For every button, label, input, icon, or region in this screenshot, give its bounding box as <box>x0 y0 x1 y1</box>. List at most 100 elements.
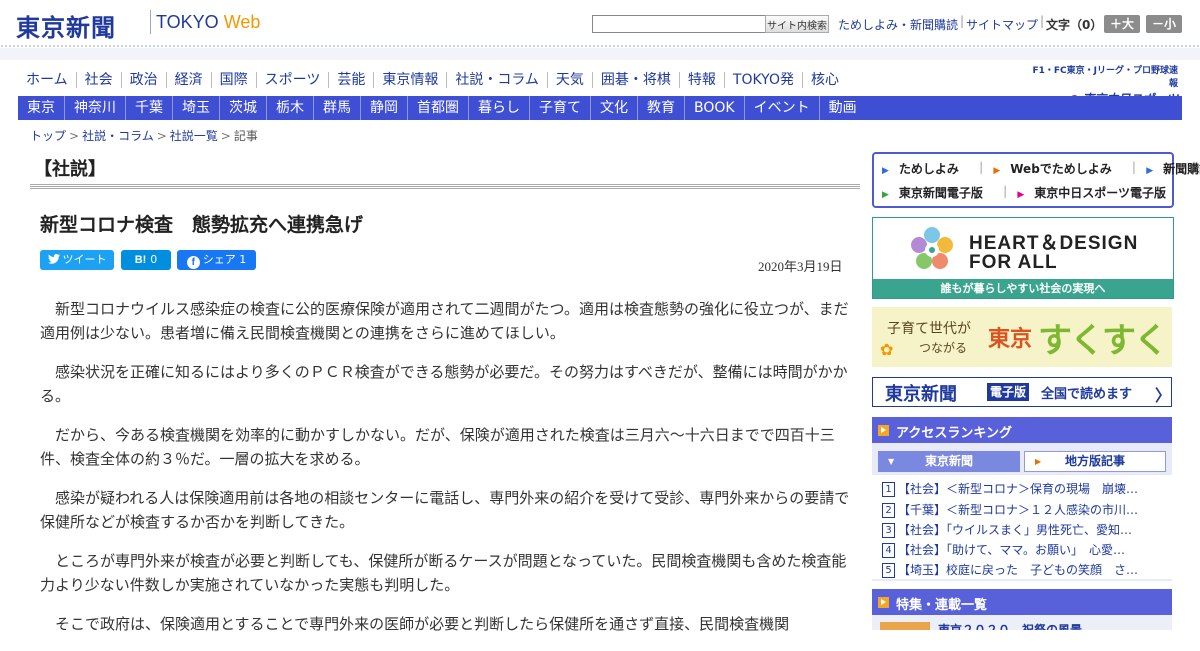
site-logo[interactable]: 東京新聞 <box>16 8 116 43</box>
nav-economy[interactable]: 経済 <box>165 72 211 88</box>
tweet-label: ツイート <box>62 253 107 266</box>
hatena-bookmark-button[interactable]: B! 0 <box>121 250 171 270</box>
triangle-icon: ▶ <box>1035 457 1042 466</box>
subnav-saitama[interactable]: 埼玉 <box>172 96 219 120</box>
sukusuku-tagline-2: つながる <box>919 341 968 355</box>
facebook-share-button[interactable]: f シェア 1 <box>177 250 256 270</box>
menu-chunichi-digital-link[interactable]: ▶ 東京中日スポーツ電子版 <box>1017 184 1176 201</box>
subnav-gunma[interactable]: 群馬 <box>313 96 360 120</box>
font-decrease-button[interactable]: －小 <box>1146 15 1182 33</box>
logo-sub-web: Web <box>223 12 261 32</box>
subnav-shizuoka[interactable]: 静岡 <box>360 96 407 120</box>
ranking-item-text: 【社会】＜新型コロナ＞保育の現場 崩壊… <box>898 482 1139 496</box>
subnav-ibaraki[interactable]: 茨城 <box>219 96 266 120</box>
article-title: 新型コロナ検査 態勢拡充へ連携急げ <box>40 214 364 236</box>
nav-tokyo-hatsu[interactable]: TOKYO発 <box>723 72 802 88</box>
flower-icon: ✿ <box>880 340 894 359</box>
nav-igo-shogi[interactable]: 囲碁・将棋 <box>591 72 679 88</box>
breadcrumb-separator: > <box>220 129 231 143</box>
ranking-item[interactable]: 2 【千葉】＜新型コロナ＞１２人感染の市川… <box>882 501 1167 519</box>
subscribe-link[interactable]: ためしよみ・新聞購読 <box>838 16 958 33</box>
font-increase-button[interactable]: ＋大 <box>1104 15 1140 33</box>
ranking-item-text: 【千葉】＜新型コロナ＞１２人感染の市川… <box>898 503 1139 517</box>
digital-banner-text: 全国で読めます <box>1041 387 1133 402</box>
triangle-icon: ▶ <box>993 166 1001 176</box>
tweet-button[interactable]: ツイート <box>40 250 114 270</box>
arrow-square-icon <box>878 597 889 608</box>
ranking-title: アクセスランキング <box>896 426 1012 441</box>
menu-chunichi-digital-label: 東京中日スポーツ電子版 <box>1034 186 1167 200</box>
search-button[interactable]: サイト内検索 <box>765 15 829 33</box>
ranking-item[interactable]: 1 【社会】＜新型コロナ＞保育の現場 崩壊… <box>882 480 1167 498</box>
feature-panel: 東京２０２０ 祝祭の風景 <box>872 615 1172 630</box>
menu-separator: | <box>1002 184 1008 198</box>
sukusuku-banner[interactable]: 子育て世代が つながる ✿ 東京 すくすく <box>872 307 1172 367</box>
nav-tokuhou[interactable]: 特報 <box>678 72 724 88</box>
menu-trial-link[interactable]: ▶ ためしよみ <box>882 160 969 177</box>
subnav-event[interactable]: イベント <box>743 96 819 120</box>
subnav-tochigi[interactable]: 栃木 <box>266 96 313 120</box>
breadcrumb-separator: > <box>69 129 80 143</box>
menu-subscribe-link[interactable]: ▶ 新聞購読 <box>1146 160 1200 177</box>
ranking-item-text: 【埼玉】校庭に戻った 子どもの笑顔 さ… <box>898 563 1139 577</box>
ranking-list: 1 【社会】＜新型コロナ＞保育の現場 崩壊… 2 【千葉】＜新型コロナ＞１２人感染の… <box>872 475 1172 579</box>
nav-weather[interactable]: 天気 <box>546 72 592 88</box>
nav-society[interactable]: 社会 <box>75 72 121 88</box>
font-size-label: 文字（0） <box>1046 18 1103 32</box>
article-date: 2020年3月19日 <box>758 259 843 274</box>
nav-international[interactable]: 国際 <box>210 72 256 88</box>
nav-sports[interactable]: スポーツ <box>255 72 329 88</box>
sitemap-link[interactable]: サイトマップ <box>966 16 1038 33</box>
subnav-shutoken[interactable]: 首都圏 <box>407 96 468 120</box>
subnav-video[interactable]: 動画 <box>818 96 866 120</box>
subnav-bunka[interactable]: 文化 <box>590 96 637 120</box>
article-body: 新型コロナウイルス感染症の検査に公的医療保険が適用されて二週間がたつ。適用は検査… <box>40 297 850 651</box>
subnav-kurashi[interactable]: 暮らし <box>468 96 529 120</box>
ranking-tab-local[interactable]: ▶ 地方版記事 <box>1024 451 1166 472</box>
menu-separator: | <box>1131 160 1137 174</box>
subnav-chiba[interactable]: 千葉 <box>125 96 172 120</box>
article-paragraph: ところが専門外来が検査が必要と判断しても、保健所が断るケースが問題となっていた。… <box>40 552 847 594</box>
feature-item-link[interactable]: 東京２０２０ 祝祭の風景 <box>938 621 1082 630</box>
ranking-item[interactable]: 3 【社会】「ウイルスまく」男性死亡、愛知… <box>882 521 1167 539</box>
menu-digital-link[interactable]: ▶ 東京新聞電子版 <box>882 184 993 201</box>
heart-title-line1: HEART＆DESIGN <box>969 233 1139 254</box>
subnav-kanagawa[interactable]: 神奈川 <box>64 96 125 120</box>
menu-trial-label: ためしよみ <box>898 162 959 176</box>
nav-home[interactable]: ホーム <box>18 72 76 88</box>
heart-design-banner[interactable]: HEART＆DESIGN FOR ALL 誰もが暮らしやすい社会の実現へ <box>872 217 1174 299</box>
nav-entertainment[interactable]: 芸能 <box>328 72 373 88</box>
breadcrumb-editorial-list[interactable]: 社説一覧 <box>170 129 218 143</box>
chevron-right-icon: 〉 <box>1155 386 1172 405</box>
rank-number: 4 <box>882 543 895 558</box>
ranking-item[interactable]: 4 【社会】「助けて、ママ。お願い」 心愛… <box>882 541 1167 559</box>
subnav-kosodate[interactable]: 子育て <box>529 96 590 120</box>
heart-tagline: 誰もが暮らしやすい社会の実現へ <box>873 279 1173 298</box>
ranking-item[interactable]: 5 【埼玉】校庭に戻った 子どもの笑顔 さ… <box>882 561 1167 579</box>
article-paragraph: 感染状況を正確に知るにはより多くのＰＣＲ検査ができる態勢が必要だ。その努力はすべ… <box>40 363 848 405</box>
nav-editorial-column[interactable]: 社説・コラム <box>446 72 547 88</box>
breadcrumb-editorial-column[interactable]: 社説・コラム <box>82 129 154 143</box>
menu-web-trial-link[interactable]: ▶ Webでためしよみ <box>993 160 1121 177</box>
nav-politics[interactable]: 政治 <box>120 72 166 88</box>
ranking-tab-tokyo[interactable]: ▼ 東京新聞 <box>878 451 1020 472</box>
article-paragraph: そこで政府は、保険適用とすることで専門外来の医師が必要と判断したら保健所を通さず… <box>55 615 790 633</box>
site-logo-sub[interactable]: TOKYO Web <box>156 12 260 33</box>
article-paragraph: 新型コロナウイルス感染症の検査に公的医療保険が適用されて二週間がたつ。適用は検査… <box>40 300 849 342</box>
sukusuku-brand-name: すくすく <box>1038 321 1168 361</box>
ranking-panel: ▼ 東京新聞 ▶ 地方版記事 1 【社会】＜新型コロナ＞保育の現場 崩壊… 2 【千葉】… <box>872 443 1172 581</box>
nav-tokyo-info[interactable]: 東京情報 <box>373 72 446 88</box>
feature-thumbnail[interactable] <box>880 622 930 630</box>
sukusuku-brand-tokyo: 東京 <box>988 327 1033 352</box>
nav-kakushin[interactable]: 核心 <box>801 72 847 88</box>
breadcrumb: トップ > 社説・コラム > 社説一覧 > 記事 <box>30 127 258 144</box>
breadcrumb-top[interactable]: トップ <box>30 129 66 143</box>
search-input[interactable] <box>592 15 766 33</box>
digital-banner-logo: 東京新聞 <box>885 384 957 405</box>
heart-title-line2: FOR ALL <box>969 252 1058 273</box>
subnav-kyouiku[interactable]: 教育 <box>637 96 684 120</box>
subnav-tokyo[interactable]: 東京 <box>18 96 64 120</box>
header-separator: | <box>960 14 965 28</box>
subnav-book[interactable]: BOOK <box>684 96 744 120</box>
digital-edition-banner[interactable]: 東京新聞 電子版 全国で読めます 〉 <box>872 377 1172 407</box>
